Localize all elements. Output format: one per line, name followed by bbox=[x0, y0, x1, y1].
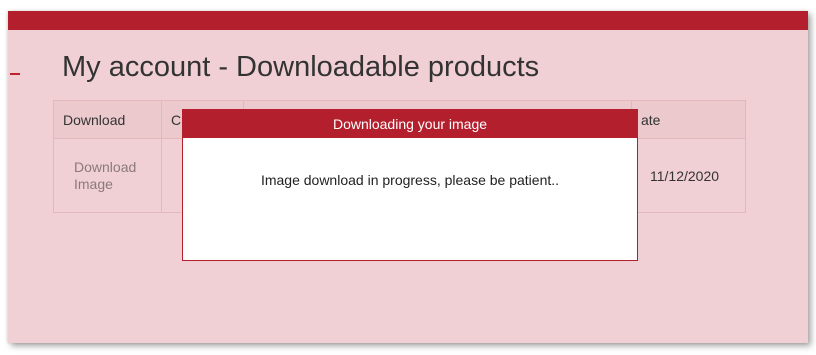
modal-message: Image download in progress, please be pa… bbox=[260, 172, 560, 188]
menu-toggle-mark[interactable] bbox=[10, 73, 20, 75]
download-cell: Download Image bbox=[53, 138, 162, 213]
browser-content: My account - Downloadable products Downl… bbox=[8, 11, 808, 343]
download-modal: Downloading your image Image download in… bbox=[182, 109, 638, 261]
date-cell: 11/12/2020 bbox=[631, 138, 746, 213]
page: My account - Downloadable products Downl… bbox=[0, 0, 816, 355]
download-image-link[interactable]: Download Image bbox=[54, 159, 144, 193]
modal-title: Downloading your image bbox=[183, 110, 637, 138]
top-brand-bar bbox=[8, 11, 808, 30]
column-header-download: Download bbox=[53, 100, 162, 139]
column-header-date: ate bbox=[631, 100, 746, 139]
page-title: My account - Downloadable products bbox=[62, 51, 540, 83]
